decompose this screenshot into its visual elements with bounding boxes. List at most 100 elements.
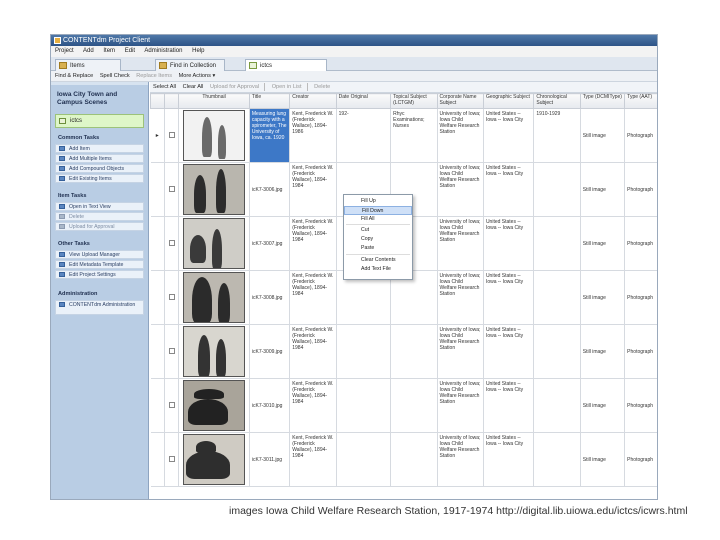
- cell-corporate-name[interactable]: University of Iowa; Iowa Child Welfare R…: [436, 162, 484, 217]
- cell-type-dcmi[interactable]: Still image: [579, 108, 626, 163]
- edit-metadata-template-task[interactable]: Edit Metadata Template: [55, 260, 144, 269]
- add-compound-objects-task[interactable]: Add Compound Objects: [55, 164, 144, 173]
- cell-title[interactable]: icK7-3009.jpg: [248, 324, 291, 379]
- cell-type-dcmi[interactable]: Still image: [579, 270, 626, 325]
- row-checkbox[interactable]: [164, 324, 180, 379]
- context-menu-item-cut[interactable]: Cut: [344, 226, 412, 235]
- cell-type-aat[interactable]: Photograph: [624, 162, 657, 217]
- menu-administration[interactable]: Administration: [144, 48, 182, 54]
- cell-chronological-subject[interactable]: [533, 378, 581, 433]
- thumbnail-image[interactable]: [178, 216, 250, 271]
- col-thumbnail[interactable]: Thumbnail: [178, 93, 250, 109]
- cell-creator[interactable]: Kent, Frederick W. (Frederick Wallace), …: [289, 216, 337, 271]
- cell-creator[interactable]: Kent, Frederick W. (Frederick Wallace), …: [289, 432, 337, 487]
- cell-title[interactable]: icK7-3010.jpg: [248, 378, 291, 433]
- cell-geographic-subject[interactable]: United States -- Iowa -- Iowa City: [482, 162, 535, 217]
- collection-item-ictcs[interactable]: ictcs: [55, 114, 144, 128]
- thumbnail-image[interactable]: [178, 162, 250, 217]
- cell-type-dcmi[interactable]: Still image: [579, 378, 626, 433]
- thumbnail-image[interactable]: [178, 378, 250, 433]
- menu-item[interactable]: Item: [103, 48, 115, 54]
- menu-project[interactable]: Project: [55, 48, 74, 54]
- table-row[interactable]: icK7-3011.jpg Kent, Frederick W. (Frederi…: [150, 432, 657, 487]
- col-topical-subject[interactable]: Topical Subject (LCTGM): [390, 93, 438, 109]
- cell-title[interactable]: icK7-3006.jpg: [248, 162, 291, 217]
- menu-help[interactable]: Help: [192, 48, 204, 54]
- cell-title[interactable]: Measuring lung capacity with a spiromete…: [248, 108, 291, 163]
- cell-topical-subject[interactable]: [390, 432, 438, 487]
- cell-type-aat[interactable]: Photograph: [624, 216, 657, 271]
- col-creator[interactable]: Creator: [289, 93, 337, 109]
- cell-corporate-name[interactable]: University of Iowa; Iowa Child Welfare R…: [436, 270, 484, 325]
- cell-topical-subject[interactable]: [390, 324, 438, 379]
- cell-corporate-name[interactable]: University of Iowa; Iowa Child Welfare R…: [436, 216, 484, 271]
- upload-for-approval-task[interactable]: Upload for Approval: [55, 222, 144, 231]
- context-menu-item-paste[interactable]: Paste: [344, 244, 412, 253]
- context-menu-item-copy[interactable]: Copy: [344, 235, 412, 244]
- cell-creator[interactable]: Kent, Frederick W. (Frederick Wallace), …: [289, 324, 337, 379]
- more-actions-button[interactable]: More Actions ▾: [179, 73, 216, 79]
- cell-corporate-name[interactable]: University of Iowa; Iowa Child Welfare R…: [436, 108, 484, 163]
- cell-type-dcmi[interactable]: Still image: [579, 162, 626, 217]
- cell-type-aat[interactable]: Photograph: [624, 432, 657, 487]
- col-date-original[interactable]: Date Original: [335, 93, 392, 109]
- cell-geographic-subject[interactable]: United States -- Iowa -- Iowa City: [482, 216, 535, 271]
- cell-creator[interactable]: Kent, Frederick W. (Frederick Wallace), …: [289, 378, 337, 433]
- cell-geographic-subject[interactable]: United States -- Iowa -- Iowa City: [482, 108, 535, 163]
- col-type-dcmi[interactable]: Type (DCMIType): [579, 93, 626, 109]
- cell-type-aat[interactable]: Photograph: [624, 108, 657, 163]
- cell-type-dcmi[interactable]: Still image: [579, 216, 626, 271]
- cell-corporate-name[interactable]: University of Iowa; Iowa Child Welfare R…: [436, 432, 484, 487]
- upload-for-approval-button[interactable]: Upload for Approval: [210, 84, 259, 90]
- cell-corporate-name[interactable]: University of Iowa; Iowa Child Welfare R…: [436, 378, 484, 433]
- cell-creator[interactable]: Kent, Frederick W. (Frederick Wallace), …: [289, 108, 337, 163]
- cell-type-dcmi[interactable]: Still image: [579, 324, 626, 379]
- delete-button[interactable]: Delete: [314, 84, 330, 90]
- cell-title[interactable]: icK7-3011.jpg: [248, 432, 291, 487]
- add-multiple-items-task[interactable]: Add Multiple Items: [55, 154, 144, 163]
- context-menu-item-fill-down[interactable]: Fill Down: [344, 205, 412, 215]
- delete-task[interactable]: Delete: [55, 212, 144, 221]
- cell-type-dcmi[interactable]: Still image: [579, 432, 626, 487]
- find-replace-button[interactable]: Find & Replace: [55, 73, 93, 79]
- cell-type-aat[interactable]: Photograph: [624, 378, 657, 433]
- cell-topical-subject[interactable]: [390, 378, 438, 433]
- col-chronological-subject[interactable]: Chronological Subject: [533, 93, 581, 109]
- cell-title[interactable]: icK7-3008.jpg: [248, 270, 291, 325]
- cell-chronological-subject[interactable]: [533, 216, 581, 271]
- edit-existing-items-task[interactable]: Edit Existing Items: [55, 174, 144, 183]
- tab-items[interactable]: Items: [55, 59, 121, 71]
- tab-ictcs[interactable]: ictcs: [245, 59, 327, 71]
- context-menu-item-fill-up[interactable]: Fill Up: [344, 197, 412, 206]
- cell-type-aat[interactable]: Photograph: [624, 270, 657, 325]
- col-title[interactable]: Title: [248, 93, 291, 109]
- add-item-task[interactable]: Add Item: [55, 144, 144, 153]
- edit-project-settings-task[interactable]: Edit Project Settings: [55, 270, 144, 279]
- row-checkbox[interactable]: [164, 270, 180, 325]
- col-corporate-name[interactable]: Corporate Name Subject: [436, 93, 484, 109]
- thumbnail-image[interactable]: [178, 108, 250, 163]
- menu-add[interactable]: Add: [83, 48, 94, 54]
- cell-corporate-name[interactable]: University of Iowa; Iowa Child Welfare R…: [436, 324, 484, 379]
- cell-topical-subject[interactable]: Rhyc Examinations; Nurses: [390, 108, 438, 163]
- contentdm-administration-task[interactable]: CONTENTdm Administration: [55, 300, 144, 315]
- table-row[interactable]: icK7-3010.jpg Kent, Frederick W. (Frederi…: [150, 378, 657, 433]
- cell-creator[interactable]: Kent, Frederick W. (Frederick Wallace), …: [289, 162, 337, 217]
- cell-geographic-subject[interactable]: United States -- Iowa -- Iowa City: [482, 270, 535, 325]
- context-menu-item-clear-contents[interactable]: Clear Contents: [344, 256, 412, 265]
- menu-edit[interactable]: Edit: [125, 48, 135, 54]
- context-menu-item-add-text-file[interactable]: Add Text File: [344, 265, 412, 274]
- view-upload-manager-task[interactable]: View Upload Manager: [55, 250, 144, 259]
- row-checkbox[interactable]: [164, 162, 180, 217]
- cell-geographic-subject[interactable]: United States -- Iowa -- Iowa City: [482, 432, 535, 487]
- col-type-aat[interactable]: Type (AAT): [624, 93, 657, 109]
- clear-all-button[interactable]: Clear All: [183, 84, 204, 90]
- cell-geographic-subject[interactable]: United States -- Iowa -- Iowa City: [482, 324, 535, 379]
- cell-chronological-subject[interactable]: 1910-1929: [533, 108, 581, 163]
- select-all-button[interactable]: Select All: [153, 84, 176, 90]
- spell-check-button[interactable]: Spell Check: [100, 73, 130, 79]
- thumbnail-image[interactable]: [178, 324, 250, 379]
- row-checkbox[interactable]: [164, 108, 180, 163]
- cell-title[interactable]: icK7-3007.jpg: [248, 216, 291, 271]
- cell-date-original[interactable]: [335, 432, 392, 487]
